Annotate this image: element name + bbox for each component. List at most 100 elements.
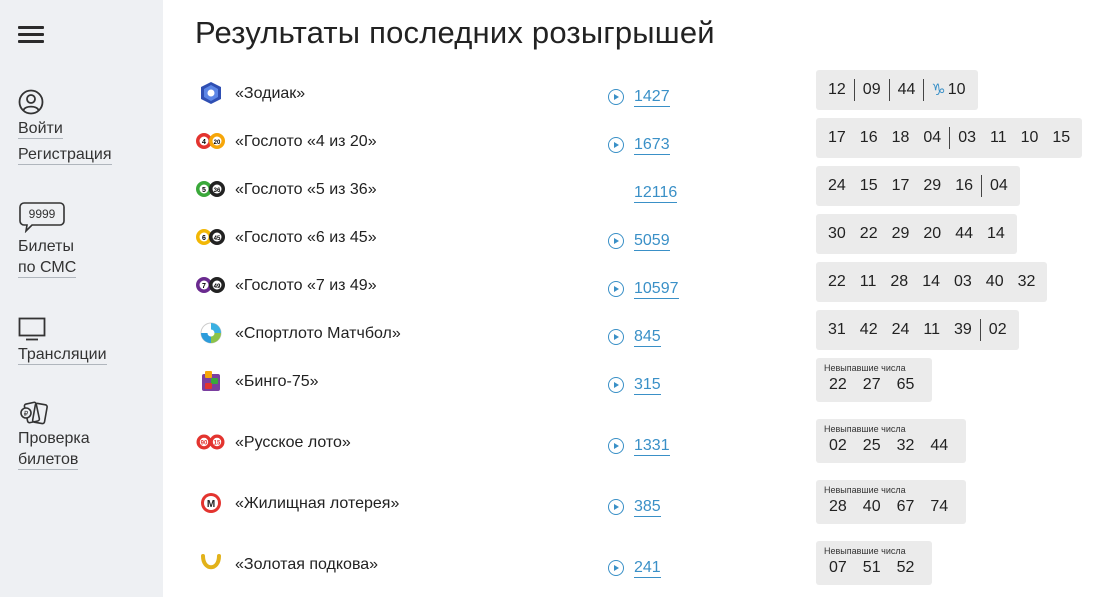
check-tickets-link-line2[interactable]: билетов xyxy=(18,450,79,470)
lottery-name[interactable]: «Жилищная лотерея» xyxy=(235,495,399,513)
result-number: 32 xyxy=(1017,273,1036,290)
draw-number-link[interactable]: 315 xyxy=(634,376,661,395)
undrawn-caption: Невыпавшие числа xyxy=(824,485,906,495)
draw-number-link[interactable]: 241 xyxy=(634,559,661,578)
matchball-icon xyxy=(195,321,227,345)
result-number: 14 xyxy=(922,273,940,290)
sidebar-login-group: Войти Регистрация xyxy=(18,89,112,171)
lottery-name[interactable]: «Гослото «5 из 36» xyxy=(235,181,377,199)
svg-text:4: 4 xyxy=(202,139,206,146)
broadcasts-link[interactable]: Трансляции xyxy=(18,345,107,365)
play-icon[interactable] xyxy=(608,438,624,454)
result-number: 10 xyxy=(1020,129,1039,146)
draw-number-link[interactable]: 1673 xyxy=(634,136,670,155)
draw-number-link[interactable]: 845 xyxy=(634,328,661,347)
draw-link-group[interactable]: 385 xyxy=(608,495,661,519)
result-numbers: Невыпавшие числа 07 51 52 xyxy=(816,541,933,585)
gosloto-5-36-icon: 5 36 xyxy=(195,177,227,201)
register-link[interactable]: Регистрация xyxy=(18,145,112,165)
draw-link-group[interactable]: 845 xyxy=(608,325,661,349)
play-icon[interactable] xyxy=(608,329,624,345)
svg-text:5: 5 xyxy=(202,187,206,194)
lottery-name[interactable]: «Гослото «4 из 20» xyxy=(235,133,377,151)
result-number: 12 xyxy=(828,81,846,98)
lottery-name[interactable]: «Гослото «6 из 45» xyxy=(235,229,377,247)
draw-link-group[interactable]: 241 xyxy=(608,556,661,580)
sms-tickets-link-line1[interactable]: Билеты xyxy=(18,237,74,256)
lottery-name[interactable]: «Спортлото Матчбол» xyxy=(235,325,401,343)
draw-link-group[interactable]: 12116 xyxy=(608,181,678,205)
draw-link-group[interactable]: 5059 xyxy=(608,229,670,253)
russian-loto-icon: 90 15 xyxy=(195,430,227,454)
svg-text:49: 49 xyxy=(214,284,221,290)
ticket-check-icon[interactable]: ₽ xyxy=(18,401,50,425)
result-number: 32 xyxy=(896,437,915,454)
result-numbers: 31 42 24 11 39 02 xyxy=(816,310,1019,350)
menu-icon[interactable] xyxy=(18,26,44,44)
check-tickets-link-line1[interactable]: Проверка xyxy=(18,429,90,448)
result-number: 42 xyxy=(859,321,878,338)
play-icon[interactable] xyxy=(608,281,624,297)
capricorn-sign-icon: ♑ xyxy=(931,82,946,99)
result-number: 15 xyxy=(1052,129,1071,146)
sms-bubble-icon[interactable]: 9999 xyxy=(18,201,66,233)
lottery-name[interactable]: «Гослото «7 из 49» xyxy=(235,277,377,295)
draw-link-group[interactable]: 1673 xyxy=(608,133,670,157)
number-separator xyxy=(979,319,981,341)
draw-link-group[interactable]: 1331 xyxy=(608,434,670,458)
tv-icon[interactable] xyxy=(18,317,46,341)
svg-text:90: 90 xyxy=(201,441,208,447)
play-icon[interactable] xyxy=(608,560,624,576)
undrawn-caption: Невыпавшие числа xyxy=(824,546,906,556)
draw-number-link[interactable]: 1331 xyxy=(634,437,670,456)
result-numbers: 17 16 18 04 03 11 10 15 xyxy=(816,118,1083,158)
user-icon[interactable] xyxy=(18,89,44,115)
result-number: 18 xyxy=(891,129,910,146)
result-number: 44 xyxy=(955,225,973,242)
bingo-75-icon xyxy=(195,369,227,393)
play-icon[interactable] xyxy=(608,89,624,105)
result-number: 40 xyxy=(862,498,881,515)
result-number: 11 xyxy=(923,321,940,338)
result-number: 22 xyxy=(829,376,847,393)
result-number: 40 xyxy=(985,273,1004,290)
number-separator xyxy=(980,175,982,197)
sidebar: Войти Регистрация 9999 Билеты по СМС Тра… xyxy=(0,0,163,597)
play-icon[interactable] xyxy=(608,377,624,393)
result-number: 16 xyxy=(859,129,878,146)
result-number: 02 xyxy=(988,321,1007,338)
draw-number-link[interactable]: 1427 xyxy=(634,88,670,107)
lottery-name[interactable]: «Бинго-75» xyxy=(235,373,319,391)
result-number: 15 xyxy=(859,177,878,194)
play-icon[interactable] xyxy=(608,233,624,249)
login-link[interactable]: Войти xyxy=(18,119,63,139)
result-number: 22 xyxy=(828,273,846,290)
svg-text:45: 45 xyxy=(214,236,221,242)
result-number: 11 xyxy=(859,273,877,290)
gosloto-6-45-icon: 6 45 xyxy=(195,225,227,249)
play-icon[interactable] xyxy=(608,137,624,153)
housing-lottery-icon: М xyxy=(195,491,227,515)
draw-link-group[interactable]: 315 xyxy=(608,373,661,397)
lottery-name[interactable]: «Золотая подкова» xyxy=(235,556,378,574)
result-number: 44 xyxy=(930,437,949,454)
draw-link-group[interactable]: 10597 xyxy=(608,277,679,301)
draw-number-link[interactable]: 10597 xyxy=(634,280,679,299)
lottery-name[interactable]: «Русское лото» xyxy=(235,434,351,452)
play-icon[interactable] xyxy=(608,499,624,515)
draw-link-group[interactable]: 1427 xyxy=(608,85,670,109)
undrawn-caption: Невыпавшие числа xyxy=(824,424,906,434)
result-number: 04 xyxy=(923,129,942,146)
page-title: Результаты последних розыгрышей xyxy=(195,15,715,50)
result-number: 20 xyxy=(923,225,942,242)
result-numbers: Невыпавшие числа 02 25 32 44 xyxy=(816,419,967,463)
draw-number-link[interactable]: 5059 xyxy=(634,232,670,251)
draw-number-link[interactable]: 12116 xyxy=(634,184,678,203)
svg-text:7: 7 xyxy=(202,283,206,290)
result-number: 29 xyxy=(891,225,910,242)
draw-number-link[interactable]: 385 xyxy=(634,498,661,517)
sms-tickets-link-line2[interactable]: по СМС xyxy=(18,258,77,278)
lottery-name[interactable]: «Зодиак» xyxy=(235,85,305,103)
golden-horseshoe-icon xyxy=(195,552,227,576)
result-number: 28 xyxy=(829,498,847,515)
